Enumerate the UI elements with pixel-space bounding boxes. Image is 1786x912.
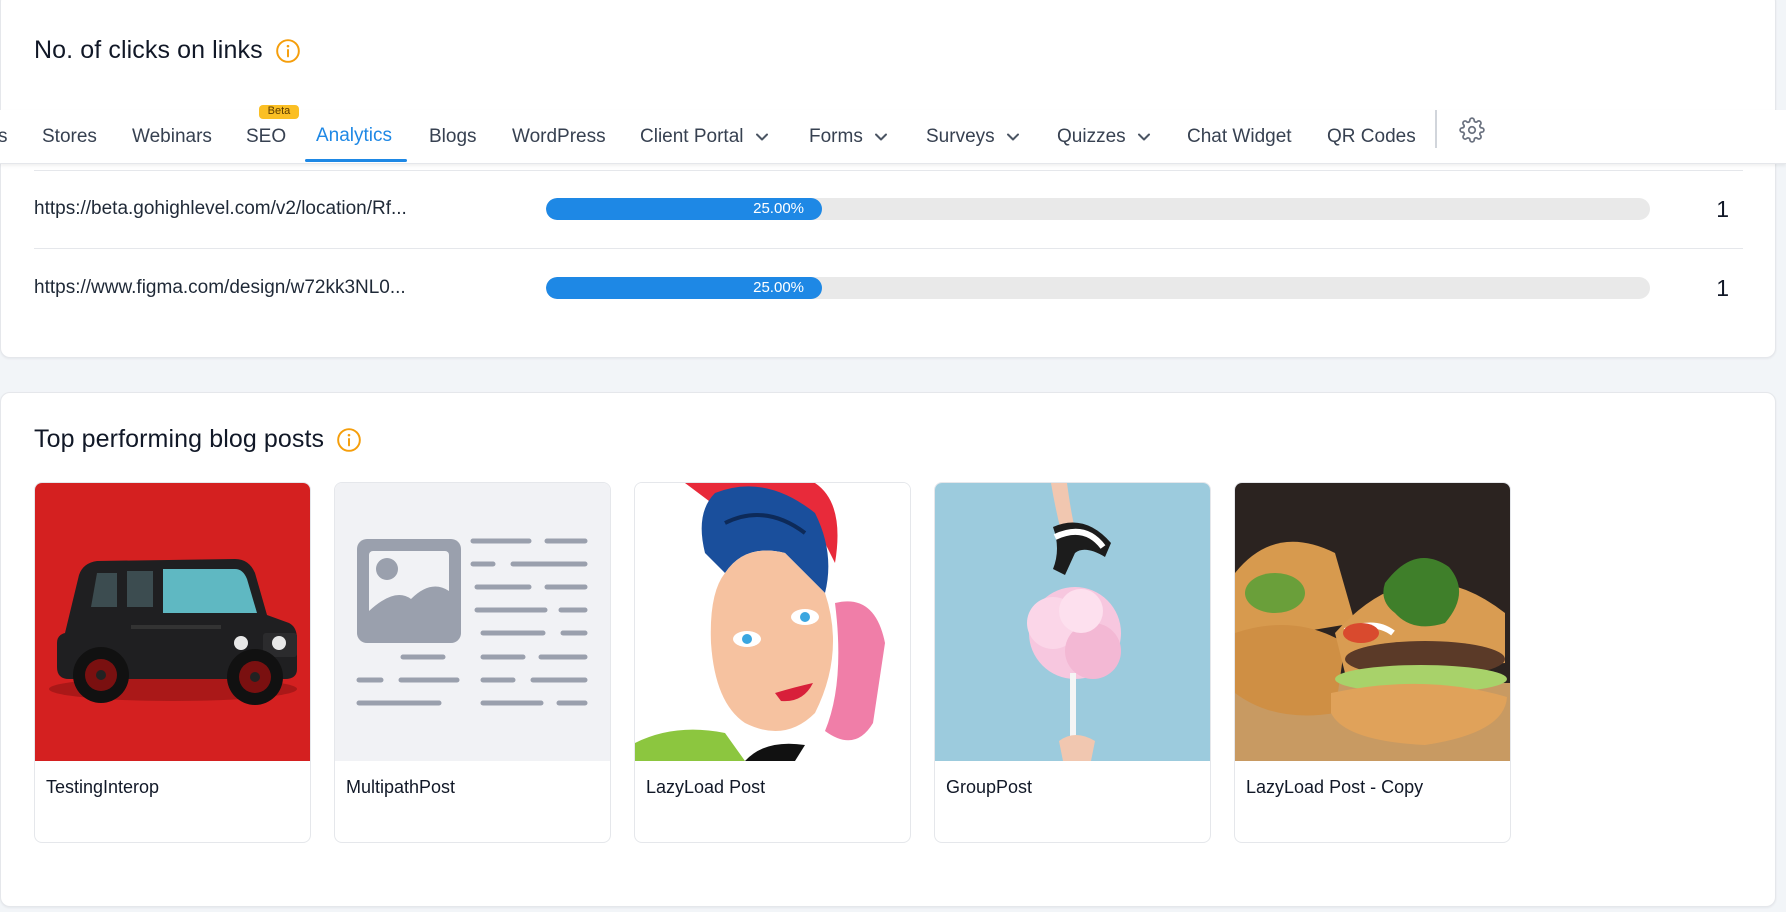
chevron-down-icon (1137, 133, 1150, 141)
blog-post-title: LazyLoad Post - Copy (1246, 777, 1424, 797)
click-count: 1 (1716, 196, 1729, 222)
click-progress-fill: 25.00% (546, 198, 822, 220)
clicks-title-text: No. of clicks on links (34, 36, 263, 64)
tab-quizzes[interactable]: Quizzes (1057, 110, 1152, 164)
blog-post-card[interactable]: LazyLoad Post (634, 482, 911, 843)
link-url[interactable]: https://www.figma.com/design/w72kk3NL0..… (34, 277, 406, 299)
click-progress-bar: 25.00% (546, 277, 1650, 299)
tab-client-portal[interactable]: Client Portal (640, 110, 770, 164)
tab-webinars[interactable]: Webinars (132, 110, 212, 164)
popart-woman-image (635, 483, 910, 761)
click-progress-fill: 25.00% (546, 277, 822, 299)
tab-blogs[interactable]: Blogs (429, 110, 477, 164)
percent-label: 25.00% (753, 200, 804, 217)
burger-image (1235, 483, 1510, 761)
blog-post-card[interactable]: GroupPost (934, 482, 1211, 843)
blog-section-title: Top performing blog posts (34, 425, 362, 454)
tab-label: s (0, 126, 8, 147)
nav-divider (1435, 110, 1437, 148)
link-url[interactable]: https://beta.gohighlevel.com/v2/location… (34, 198, 407, 220)
blog-post-title: MultipathPost (346, 777, 456, 797)
tab-chat-widget[interactable]: Chat Widget (1187, 110, 1292, 164)
blog-post-title: LazyLoad Post (646, 777, 766, 797)
row-divider (34, 248, 1743, 249)
info-icon[interactable] (275, 38, 301, 64)
blog-title-text: Top performing blog posts (34, 425, 325, 453)
chevron-down-icon (874, 133, 887, 141)
tab-label: Webinars (132, 126, 212, 147)
click-progress-bar: 25.00% (546, 198, 1650, 220)
info-icon[interactable] (336, 427, 362, 453)
active-tab-indicator (305, 159, 407, 162)
tab-forms[interactable]: Forms (809, 110, 889, 164)
tab-label: Blogs (429, 126, 477, 147)
cotton-candy-image (935, 483, 1210, 761)
tab-label: WordPress (512, 126, 606, 147)
blog-post-title: GroupPost (946, 777, 1033, 797)
blog-post-card[interactable]: TestingInterop (34, 482, 311, 843)
tab-qr-codes[interactable]: QR Codes (1327, 110, 1416, 164)
tab-label: Forms (809, 126, 863, 147)
tab-partial[interactable]: s (0, 110, 8, 164)
chevron-down-icon (755, 133, 768, 141)
tab-analytics[interactable]: Analytics (316, 109, 392, 163)
tab-wordpress[interactable]: WordPress (512, 110, 606, 164)
tab-label: QR Codes (1327, 126, 1416, 147)
tab-stores[interactable]: Stores (42, 110, 97, 164)
tab-label: Chat Widget (1187, 126, 1292, 147)
tab-label: Stores (42, 126, 97, 147)
row-divider (34, 170, 1743, 171)
tab-label: Client Portal (640, 126, 744, 147)
tab-label: SEO (246, 126, 287, 147)
tab-label: Surveys (926, 126, 995, 147)
placeholder-image-icon (335, 483, 610, 761)
beta-badge: Beta (259, 105, 299, 119)
percent-label: 25.00% (753, 279, 804, 296)
car-illustration (35, 483, 310, 761)
gear-icon[interactable] (1458, 116, 1486, 144)
blog-post-card[interactable]: LazyLoad Post - Copy (1234, 482, 1511, 843)
tab-label: Analytics (316, 125, 393, 146)
click-count: 1 (1716, 275, 1729, 301)
tab-label: Quizzes (1057, 126, 1126, 147)
tab-surveys[interactable]: Surveys (926, 110, 1021, 164)
chevron-down-icon (1006, 133, 1019, 141)
blog-post-card[interactable]: MultipathPost (334, 482, 611, 843)
blog-post-title: TestingInterop (46, 777, 160, 797)
clicks-section-title: No. of clicks on links (34, 36, 301, 65)
